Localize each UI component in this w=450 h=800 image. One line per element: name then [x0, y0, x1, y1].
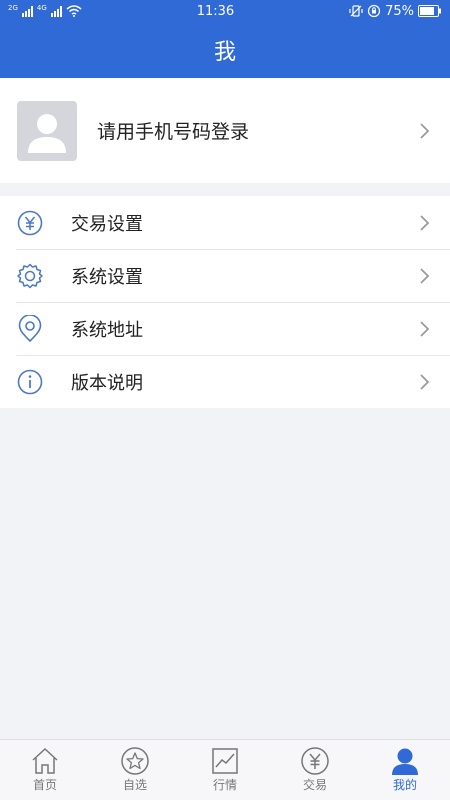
menu-label: 系统地址	[71, 319, 143, 341]
login-row[interactable]: 请用手机号码登录	[0, 78, 450, 183]
bottom-tab-bar: 首页 自选 行情 交易 我的	[0, 739, 450, 800]
status-right: 75%	[349, 4, 442, 19]
wifi-icon	[66, 5, 82, 17]
tab-label: 首页	[32, 778, 57, 792]
rotation-lock-icon	[367, 4, 381, 18]
tab-me[interactable]: 我的	[360, 740, 450, 800]
location-pin-icon	[18, 314, 42, 342]
tab-label: 行情	[212, 778, 237, 792]
star-icon	[121, 747, 149, 775]
page-title: 我	[213, 40, 236, 65]
menu-item-system-settings[interactable]: 系统设置	[0, 249, 450, 302]
tab-home[interactable]: 首页	[0, 740, 90, 800]
vibrate-icon	[349, 5, 363, 17]
network-2-label: 4G	[36, 4, 47, 12]
battery-percent: 75%	[385, 3, 414, 19]
yen-circle-icon	[301, 747, 329, 775]
menu-item-trade-settings[interactable]: 交易设置	[0, 196, 450, 249]
avatar	[17, 100, 77, 161]
menu-label: 交易设置	[71, 213, 143, 235]
tab-label: 自选	[122, 778, 147, 792]
battery-icon	[418, 5, 441, 17]
menu-label: 系统设置	[71, 266, 143, 288]
header-bar: 我	[0, 22, 450, 78]
tab-label: 交易	[302, 778, 327, 792]
gear-icon	[17, 263, 43, 288]
network-1-label: 2G	[8, 4, 18, 12]
home-icon	[32, 747, 58, 774]
tab-trade[interactable]: 交易	[270, 740, 360, 800]
chevron-right-icon	[420, 267, 430, 284]
tab-market[interactable]: 行情	[180, 740, 270, 800]
tab-label: 我的	[392, 778, 417, 792]
yen-circle-icon	[17, 210, 43, 235]
signal-2-icon	[50, 5, 62, 17]
chevron-right-icon	[420, 373, 430, 390]
info-circle-icon	[17, 369, 43, 394]
chevron-right-icon	[420, 320, 430, 337]
status-bar: 2G 4G 11:36 75%	[0, 0, 450, 22]
default-avatar-icon	[28, 113, 66, 153]
status-time: 11:36	[196, 3, 235, 19]
menu-item-system-address[interactable]: 系统地址	[0, 302, 450, 355]
tab-watchlist[interactable]: 自选	[90, 740, 180, 800]
settings-menu: 交易设置 系统设置 系统地址 版本说明	[0, 196, 450, 408]
user-icon	[392, 748, 418, 775]
chart-icon	[212, 748, 238, 774]
menu-label: 版本说明	[71, 372, 143, 394]
menu-item-version-info[interactable]: 版本说明	[0, 355, 450, 408]
chevron-right-icon	[420, 214, 430, 231]
login-prompt: 请用手机号码登录	[97, 121, 250, 143]
signal-1-icon	[21, 5, 33, 17]
status-left: 2G 4G	[8, 5, 82, 17]
chevron-right-icon	[420, 122, 430, 139]
